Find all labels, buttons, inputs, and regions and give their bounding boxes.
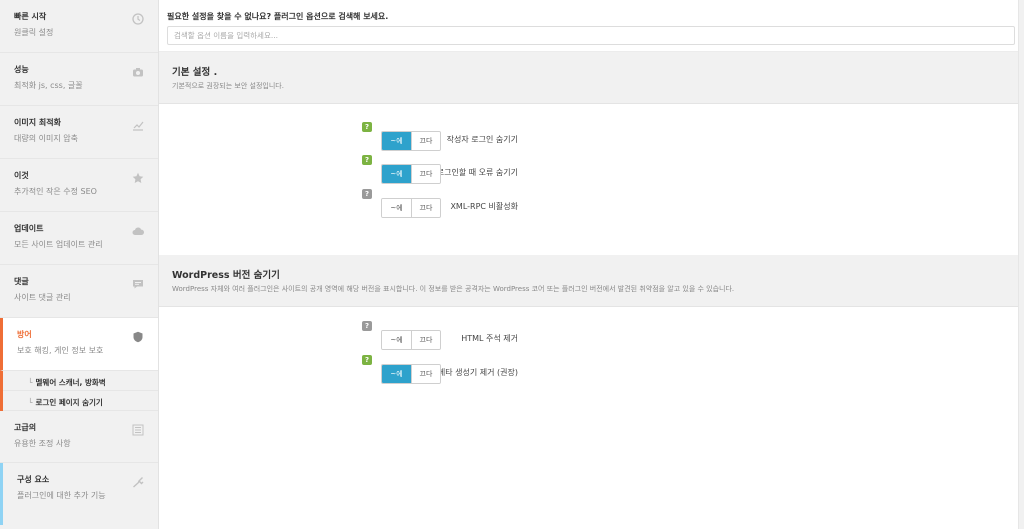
toggle-off-button[interactable]: 끄다 xyxy=(411,165,440,183)
sidebar-subnav-defense: └ 멜웨어 스캐너, 방화벽 └ 로그인 페이지 숨기기 xyxy=(0,371,158,411)
toggle-switch[interactable]: ~에 끄다 xyxy=(381,131,441,151)
toggle-on-button[interactable]: ~에 xyxy=(382,165,411,183)
option-label: 작성자 로그인 숨기기 xyxy=(446,135,518,144)
sidebar-item-image-optimization[interactable]: 이미지 최적화 대량의 이미지 압축 xyxy=(0,106,158,159)
toggle-off-button[interactable]: 끄다 xyxy=(411,199,440,217)
sidebar-item-subtitle: 원클릭 설정 xyxy=(14,28,54,37)
toggle-on-button[interactable]: ~에 xyxy=(382,365,411,383)
sidebar-item-subtitle: 대량의 이미지 압축 xyxy=(14,134,78,143)
toggle-switch[interactable]: ~에 끄다 xyxy=(381,164,441,184)
wrench-icon xyxy=(133,477,144,488)
sidebar: 빠른 시작 원클릭 설정 성능 최적화 js, css, 글꼴 이미지 최적화 … xyxy=(0,0,159,529)
toggle-on-button[interactable]: ~에 xyxy=(382,331,411,349)
sidebar-subitem-label: 멜웨어 스캐너, 방화벽 xyxy=(35,378,106,387)
sidebar-item-quick-start[interactable]: 빠른 시작 원클릭 설정 xyxy=(0,0,158,53)
search-label: 필요한 설정을 찾을 수 없나요? 플러그인 옵션으로 검색해 보세요. xyxy=(167,12,389,21)
search-input[interactable] xyxy=(167,26,1015,45)
toggle-on-button[interactable]: ~에 xyxy=(382,132,411,150)
help-icon[interactable]: ? xyxy=(362,122,372,132)
option-label: XML-RPC 비활성화 xyxy=(450,202,518,211)
section-title: 기본 설정 . xyxy=(172,67,218,78)
toggle-switch[interactable]: ~에 끄다 xyxy=(381,364,441,384)
option-row-remove-meta-generator: 메타 생성기 제거 (권장) ? ~에 끄다 xyxy=(159,355,1024,385)
sidebar-item-subtitle: 모든 사이트 업데이트 관리 xyxy=(14,240,103,249)
shield-icon xyxy=(133,331,143,343)
comment-icon xyxy=(133,280,143,289)
help-icon[interactable]: ? xyxy=(362,321,372,331)
option-row-remove-html-comments: HTML 주석 제거 ? ~에 끄다 xyxy=(159,321,1024,351)
sidebar-item-comments[interactable]: 댓글 사이트 댓글 관리 xyxy=(0,265,158,318)
star-icon xyxy=(132,172,144,183)
cloud-icon xyxy=(132,227,144,235)
toggle-off-button[interactable]: 끄다 xyxy=(411,365,440,383)
option-row-disable-xmlrpc: XML-RPC 비활성화 ? ~에 끄다 xyxy=(159,189,1024,219)
scrollbar-track[interactable] xyxy=(1018,0,1024,529)
help-icon[interactable]: ? xyxy=(362,155,372,165)
toggle-off-button[interactable]: 끄다 xyxy=(411,331,440,349)
sub-indent-icon: └ xyxy=(28,378,33,387)
toggle-on-button[interactable]: ~에 xyxy=(382,199,411,217)
sidebar-item-subtitle: 보호 해킹, 게인 정보 보호 xyxy=(17,346,104,355)
camera-icon xyxy=(133,68,143,77)
search-area: 필요한 설정을 찾을 수 없나요? 플러그인 옵션으로 검색해 보세요. xyxy=(159,0,1024,52)
sidebar-item-tweaks[interactable]: 이것 추가적인 작은 수정 SEO xyxy=(0,159,158,212)
sidebar-item-subtitle: 플러그인에 대한 추가 기능 xyxy=(17,491,106,500)
sidebar-subitem-label: 로그인 페이지 숨기기 xyxy=(35,398,103,407)
section-description: WordPress 자체와 여러 플러그인은 사이트의 공개 영역에 해당 버전… xyxy=(172,285,735,293)
section-description: 기본적으로 권장되는 보안 설정입니다. xyxy=(172,82,284,90)
toggle-switch[interactable]: ~에 끄다 xyxy=(381,198,441,218)
section-header-basic-settings: 기본 설정 . 기본적으로 권장되는 보안 설정입니다. xyxy=(159,52,1024,104)
sidebar-item-subtitle: 사이트 댓글 관리 xyxy=(14,293,71,302)
help-icon[interactable]: ? xyxy=(362,189,372,199)
list-icon xyxy=(132,424,144,436)
sidebar-item-components[interactable]: 구성 요소 플러그인에 대한 추가 기능 xyxy=(0,463,158,525)
sidebar-item-updates[interactable]: 업데이트 모든 사이트 업데이트 관리 xyxy=(0,212,158,265)
sidebar-subitem-hide-login[interactable]: └ 로그인 페이지 숨기기 xyxy=(3,391,158,411)
main-panel: 필요한 설정을 찾을 수 없나요? 플러그인 옵션으로 검색해 보세요. 기본 … xyxy=(159,0,1024,529)
sidebar-item-subtitle: 추가적인 작은 수정 SEO xyxy=(14,187,97,196)
sidebar-item-performance[interactable]: 성능 최적화 js, css, 글꼴 xyxy=(0,53,158,106)
sidebar-subitem-malware-scanner[interactable]: └ 멜웨어 스캐너, 방화벽 xyxy=(3,371,158,391)
option-label: HTML 주석 제거 xyxy=(461,334,518,343)
sidebar-item-subtitle: 유용한 조정 사항 xyxy=(14,439,71,448)
help-icon[interactable]: ? xyxy=(362,355,372,365)
sub-indent-icon: └ xyxy=(28,398,33,407)
toggle-switch[interactable]: ~에 끄다 xyxy=(381,330,441,350)
sidebar-item-advanced[interactable]: 고급의 유용한 조정 사항 xyxy=(0,411,158,463)
section-title: WordPress 버전 숨기기 xyxy=(172,270,280,281)
toggle-off-button[interactable]: 끄다 xyxy=(411,132,440,150)
section-header-hide-wp-version: WordPress 버전 숨기기 WordPress 자체와 여러 플러그인은 … xyxy=(159,255,1024,307)
sidebar-item-defense[interactable]: 방어 보호 해킹, 게인 정보 보호 xyxy=(0,318,158,371)
clock-icon xyxy=(132,13,144,25)
option-label: 메타 생성기 제거 (권장) xyxy=(437,368,518,377)
option-row-hide-login-errors: 사이트에 로그인할 때 오류 숨기기 ? ~에 끄다 xyxy=(159,155,1024,185)
option-row-hide-author-login: 작성자 로그인 숨기기 ? ~에 끄다 xyxy=(159,122,1024,152)
sidebar-item-subtitle: 최적화 js, css, 글꼴 xyxy=(14,81,83,90)
chart-icon xyxy=(133,121,144,131)
